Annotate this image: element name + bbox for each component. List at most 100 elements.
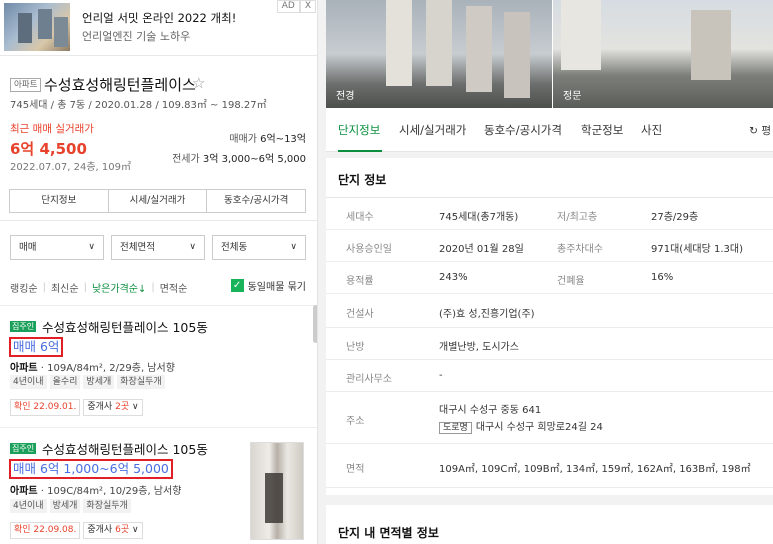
section-title: 단지 내 면적별 정보 bbox=[338, 526, 439, 540]
complex-name: 수성효성해링턴플레이스 bbox=[44, 76, 196, 94]
tab-complex-info[interactable]: 단지정보 bbox=[338, 122, 380, 138]
favorite-star-icon[interactable]: ☆ bbox=[192, 74, 205, 92]
listing-price: 매매 6억 bbox=[9, 337, 64, 357]
photo-main-gate[interactable]: 정문 bbox=[553, 0, 773, 108]
listing-spec-type: 아파트 bbox=[10, 363, 38, 374]
info-key: 세대수 bbox=[346, 212, 374, 223]
lease-range-label: 전세가 bbox=[172, 154, 200, 165]
recent-price-date: 2022.07.07, 24층, 109㎡ bbox=[10, 162, 131, 173]
complex-tab-buttons: 단지정보 시세/실거래가 동호수/공시가격 bbox=[9, 189, 307, 213]
sort-ranking[interactable]: 랭킹순 bbox=[10, 280, 38, 295]
complex-detail-panel: 전경 정문 단지정보 시세/실거래가 동호수/공시가격 학군정보 사진 ↻ 평 … bbox=[326, 0, 773, 544]
photo-strip: 전경 정문 bbox=[326, 0, 773, 108]
listing-name[interactable]: 수성효성해링턴플레이스 105동 bbox=[42, 317, 208, 336]
detail-tabs: 단지정보 시세/실거래가 동호수/공시가격 학군정보 사진 ↻ 평 bbox=[326, 108, 773, 153]
tab-unit-price[interactable]: 동호수/공시가격 bbox=[484, 122, 562, 138]
info-value: 16% bbox=[651, 272, 674, 283]
listing-confirm: 확인 22.09.01. 중개사 2곳 ∨ bbox=[10, 399, 143, 416]
photo-label: 전경 bbox=[336, 91, 355, 102]
confirm-date: 확인 22.09.08. bbox=[10, 522, 81, 539]
listing-spec: 아파트 · 109C/84m², 10/29층, 남서향 bbox=[10, 486, 182, 497]
sale-range-label: 매매가 bbox=[229, 134, 257, 145]
sort-low-price[interactable]: 낮은가격순↓ bbox=[92, 280, 146, 295]
listing-tags: 4년이내 올수리 방세개 화장실두개 bbox=[10, 375, 165, 389]
tag: 올수리 bbox=[49, 375, 81, 389]
agents-label: 중개사 bbox=[87, 525, 113, 535]
tag: 4년이내 bbox=[10, 499, 47, 513]
photo-overview[interactable]: 전경 bbox=[326, 0, 552, 108]
sort-latest[interactable]: 최신순 bbox=[51, 280, 79, 295]
section-divider bbox=[326, 152, 773, 158]
list-scrollbar[interactable] bbox=[313, 305, 317, 343]
complex-info-button[interactable]: 단지정보 bbox=[9, 189, 109, 213]
sort-bar: 랭킹순 | 최신순 | 낮은가격순↓ | 면적순 ✓ 동일매물 묶기 bbox=[10, 278, 310, 295]
lease-price-range: 전세가 3억 3,000~6억 5,000 bbox=[172, 150, 306, 165]
photo-label: 정문 bbox=[563, 91, 582, 102]
info-value: 109A㎡, 109C㎡, 109B㎡, 134㎡, 159㎡, 162A㎡, … bbox=[439, 464, 751, 475]
info-row: 세대수 745세대(총7개동) 저/최고층 27층/29층 bbox=[326, 198, 773, 230]
complex-meta: 745세대 / 총 7동 / 2020.01.28 / 109.83㎡ ~ 19… bbox=[10, 100, 267, 111]
ad-title[interactable]: 언리얼 서밋 온라인 2022 개최! bbox=[82, 10, 236, 26]
area-value: 전체면적 bbox=[120, 242, 155, 253]
ad-thumbnail[interactable] bbox=[4, 3, 70, 51]
unit-price-button[interactable]: 동호수/공시가격 bbox=[206, 189, 307, 213]
ad-badge: AD X bbox=[276, 0, 316, 13]
chevron-down-icon: ∨ bbox=[290, 242, 297, 252]
complex-info-table: 세대수 745세대(총7개동) 저/최고층 27층/29층 사용승인일 2020… bbox=[326, 197, 773, 488]
price-history-button[interactable]: 시세/실거래가 bbox=[107, 189, 208, 213]
ad-subtitle[interactable]: 언리얼엔진 기술 노하우 bbox=[82, 28, 190, 44]
chevron-down-icon: ∨ bbox=[88, 242, 95, 252]
info-value: 971대(세대당 1.3대) bbox=[651, 244, 743, 255]
checkmark-icon: ✓ bbox=[230, 279, 244, 292]
owner-badge: 집주인 bbox=[10, 321, 37, 332]
info-value: 27층/29층 bbox=[651, 212, 699, 223]
deal-type-value: 매매 bbox=[19, 242, 37, 253]
listing-name[interactable]: 수성효성해링턴플레이스 105동 bbox=[42, 439, 208, 458]
complex-summary: 아파트 수성효성해링턴플레이스 ☆ 745세대 / 총 7동 / 2020.01… bbox=[0, 56, 317, 221]
sort-area[interactable]: 면적순 bbox=[160, 280, 188, 295]
building-select[interactable]: 전체동 ∨ bbox=[212, 235, 306, 260]
owner-badge: 집주인 bbox=[10, 443, 37, 454]
deal-type-select[interactable]: 매매 ∨ bbox=[10, 235, 104, 260]
listing-price: 매매 6억 1,000~6억 5,000 bbox=[9, 459, 173, 479]
listing-item[interactable]: 집주인 수성효성해링턴플레이스 105동 매매 6억 아파트 · 109A/84… bbox=[0, 305, 317, 427]
group-same-listings-checkbox[interactable]: ✓ 동일매물 묶기 bbox=[230, 278, 306, 293]
listing-tags: 4년이내 방세개 화장실두개 bbox=[10, 499, 131, 513]
listing-item[interactable]: 집주인 수성효성해링턴플레이스 105동 매매 6억 1,000~6억 5,00… bbox=[0, 427, 317, 544]
tab-photos[interactable]: 사진 bbox=[641, 122, 662, 138]
tag: 방세개 bbox=[83, 375, 115, 389]
listing-spec: 아파트 · 109A/84m², 2/29층, 남서향 bbox=[10, 363, 175, 374]
chevron-down-icon: ∨ bbox=[131, 525, 139, 535]
sale-price-range: 매매가 6억~13억 bbox=[229, 130, 306, 145]
area-select[interactable]: 전체면적 ∨ bbox=[111, 235, 205, 260]
recent-price: 6억 4,500 bbox=[10, 140, 87, 158]
tag: 4년이내 bbox=[10, 375, 47, 389]
refresh-icon: ↻ bbox=[749, 125, 758, 137]
ad-banner[interactable]: 언리얼 서밋 온라인 2022 개최! 언리얼엔진 기술 노하우 AD X bbox=[0, 0, 317, 56]
area-unit-toggle[interactable]: ↻ 평 bbox=[749, 123, 771, 138]
listing-spec-detail: 109C/84m², 10/29층, 남서향 bbox=[47, 486, 182, 497]
info-key: 사용승인일 bbox=[346, 244, 392, 255]
tab-school[interactable]: 학군정보 bbox=[581, 122, 623, 138]
chevron-down-icon: ∨ bbox=[131, 402, 139, 412]
tab-price-history[interactable]: 시세/실거래가 bbox=[399, 122, 466, 138]
sale-range-value: 6억~13억 bbox=[260, 134, 306, 145]
listing-photo[interactable] bbox=[250, 442, 304, 540]
confirm-date: 확인 22.09.01. bbox=[10, 399, 81, 416]
agents-count: 2곳 bbox=[115, 402, 130, 412]
agents-dropdown[interactable]: 중개사 2곳 ∨ bbox=[83, 399, 143, 416]
building-value: 전체동 bbox=[221, 242, 248, 253]
info-key: 관리사무소 bbox=[346, 374, 392, 385]
info-value: (주)효 성,진흥기업(주) bbox=[439, 309, 535, 320]
info-row: 주소 대구시 수성구 중동 641 도로명 대구시 수성구 희망로24길 24 bbox=[326, 392, 773, 444]
info-row: 관리사무소 - bbox=[326, 360, 773, 392]
info-key: 총주차대수 bbox=[557, 244, 603, 255]
agents-dropdown[interactable]: 중개사 6곳 ∨ bbox=[83, 522, 143, 539]
listing-spec-type: 아파트 bbox=[10, 486, 38, 497]
info-row: 면적 109A㎡, 109C㎡, 109B㎡, 134㎡, 159㎡, 162A… bbox=[326, 444, 773, 488]
filter-bar: 매매 ∨ 전체면적 ∨ 전체동 ∨ bbox=[10, 235, 306, 260]
info-value: 745세대(총7개동) bbox=[439, 212, 519, 223]
info-value: 대구시 수성구 중동 641 bbox=[439, 405, 542, 416]
ad-close-button[interactable]: X bbox=[299, 0, 316, 13]
area-unit-label: 평 bbox=[761, 125, 771, 137]
